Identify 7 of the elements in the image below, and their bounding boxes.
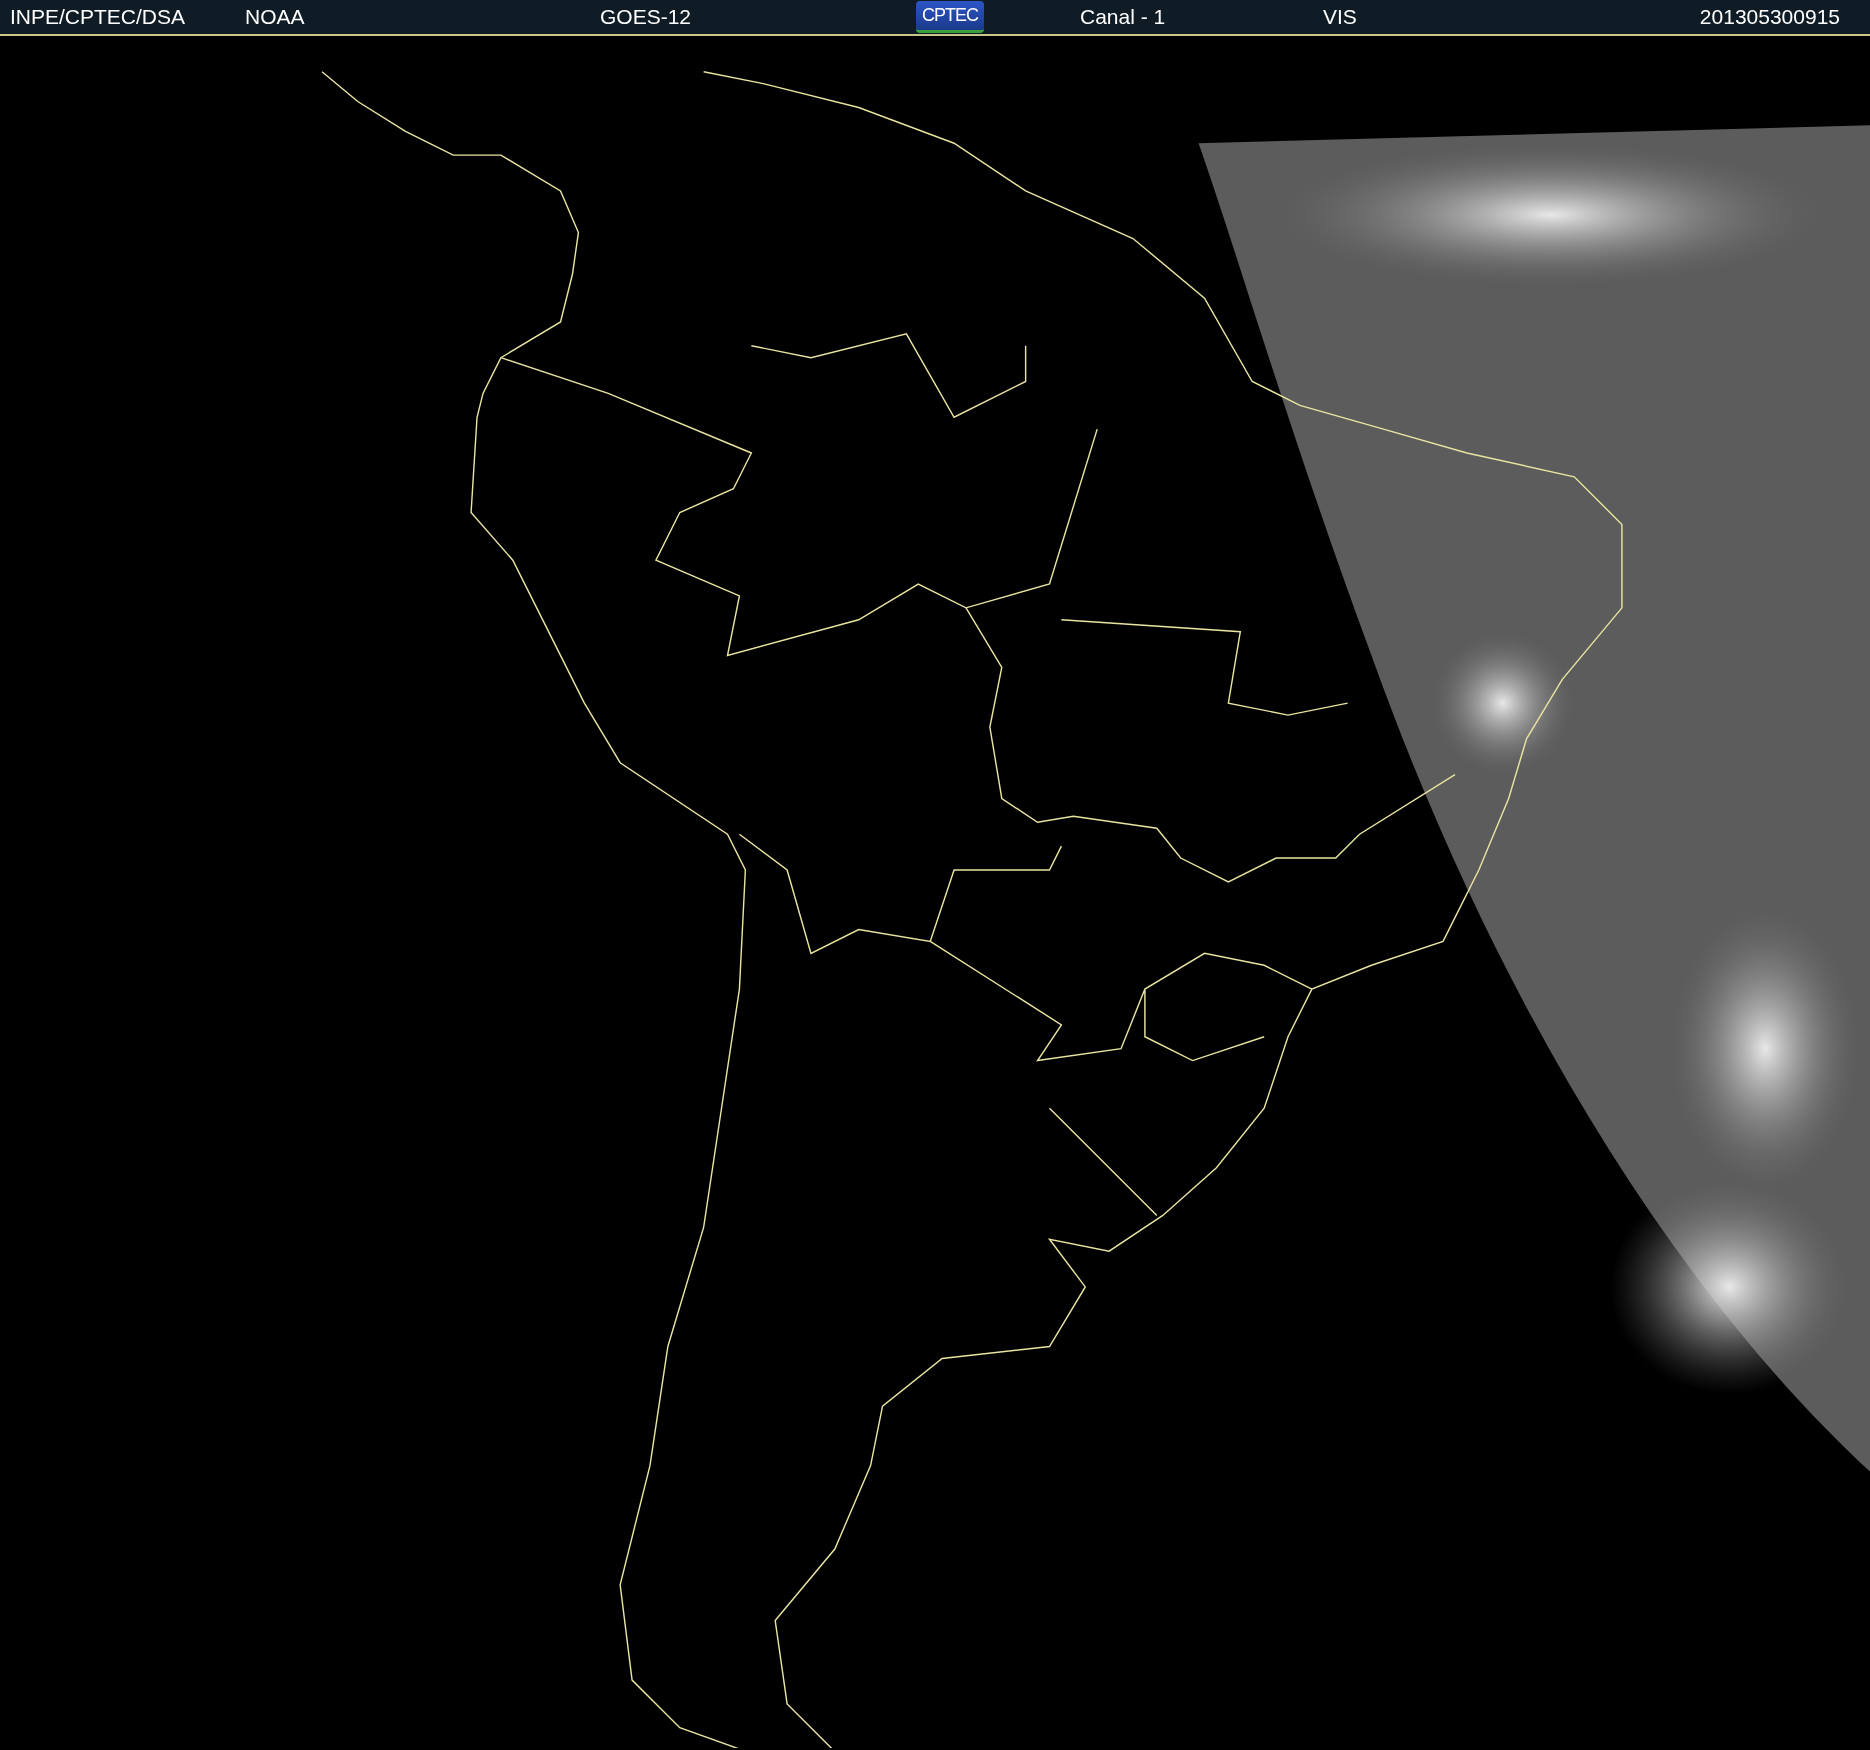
header-label: NOAA (245, 5, 305, 29)
header-label: Canal - 1 (1080, 5, 1166, 29)
header-label: GOES-12 (600, 5, 692, 29)
header-label: VIS (1323, 5, 1357, 29)
agency-logo: CPTEC (916, 1, 984, 33)
header-label: INPE/CPTEC/DSA (10, 5, 186, 29)
header-label: 201305300915 (1699, 5, 1840, 29)
